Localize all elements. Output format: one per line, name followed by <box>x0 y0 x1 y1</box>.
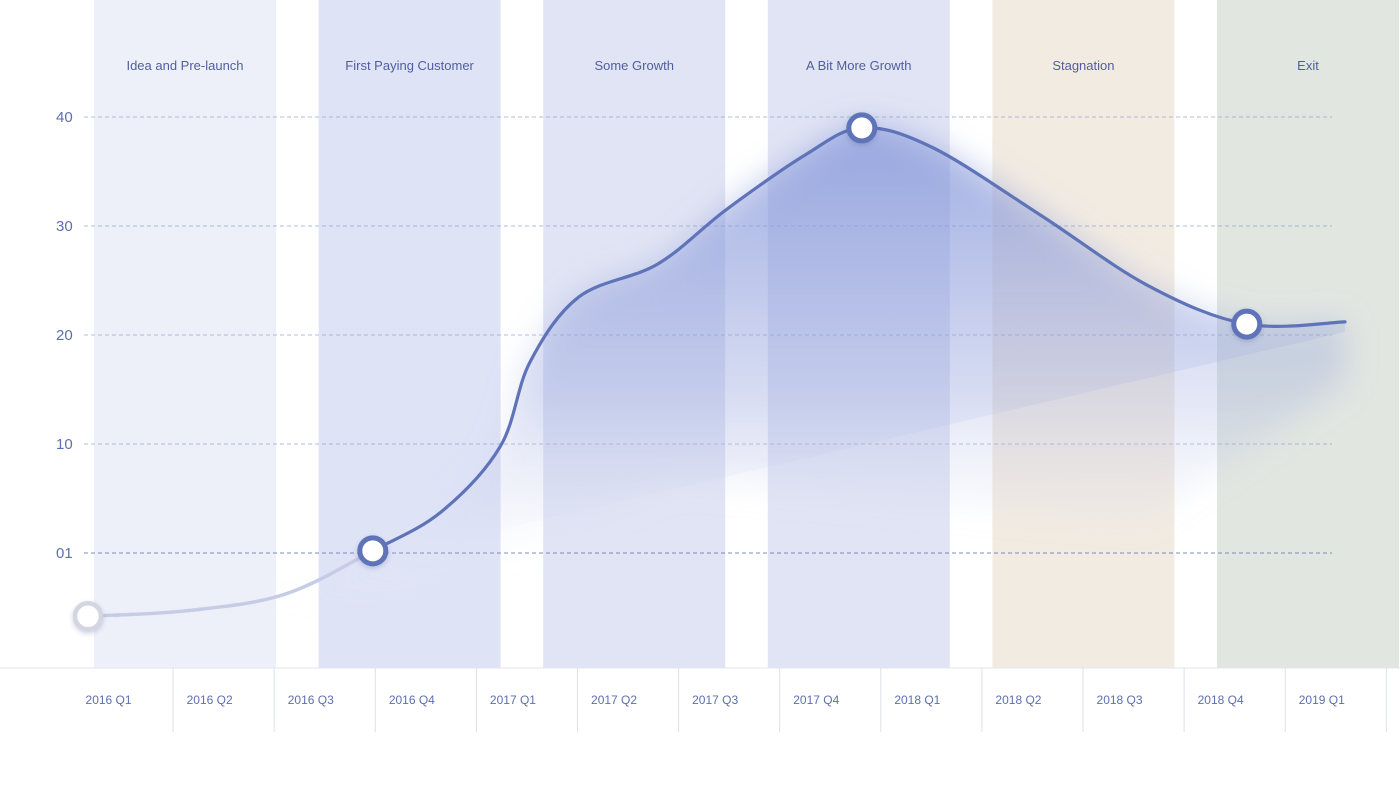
data-point-marker <box>357 535 389 567</box>
x-tick-label: 2019 Q1 <box>1299 693 1345 707</box>
y-tick-label: 40 <box>56 109 73 126</box>
y-tick-label: 30 <box>56 218 73 235</box>
phase-label: First Paying Customer <box>345 58 474 73</box>
x-tick-label: 2017 Q2 <box>591 693 637 707</box>
x-tick-label: 2016 Q2 <box>187 693 233 707</box>
x-tick-label: 2017 Q1 <box>490 693 536 707</box>
y-tick-label: 10 <box>56 436 73 453</box>
y-axis: 40 30 20 10 01 <box>56 109 73 562</box>
timeline-chart: 40 30 20 10 01 Idea and Pre-launch First Payi… <box>0 0 1400 732</box>
phase-label: Stagnation <box>1052 58 1114 73</box>
x-tick-label: 2017 Q3 <box>692 693 738 707</box>
x-tick-label: 2016 Q1 <box>86 693 132 707</box>
x-tick-label: 2018 Q2 <box>995 693 1041 707</box>
phase-label: Idea and Pre-launch <box>126 58 243 73</box>
x-tick-label: 2018 Q1 <box>894 693 940 707</box>
x-tick-label: 2018 Q4 <box>1198 693 1244 707</box>
x-tick-label: 2016 Q4 <box>389 693 435 707</box>
y-tick-label: 01 <box>56 545 73 562</box>
x-axis: 2016 Q1 2016 Q2 2016 Q3 2016 Q4 2017 Q1 2017 … <box>0 667 1400 732</box>
phase-label: Exit <box>1297 58 1319 73</box>
phase-band <box>94 0 276 668</box>
start-point-marker <box>72 600 104 632</box>
data-point-marker <box>1231 308 1263 340</box>
chart-stage: 40 30 20 10 01 Idea and Pre-launch First Payi… <box>0 0 1400 791</box>
x-tick-label: 2017 Q4 <box>793 693 839 707</box>
x-tick-label: 2018 Q3 <box>1097 693 1143 707</box>
phase-label: A Bit More Growth <box>806 58 911 73</box>
phase-label: Some Growth <box>594 58 673 73</box>
y-tick-label: 20 <box>56 327 73 344</box>
x-tick-label: 2016 Q3 <box>288 693 334 707</box>
data-point-marker <box>846 112 878 144</box>
